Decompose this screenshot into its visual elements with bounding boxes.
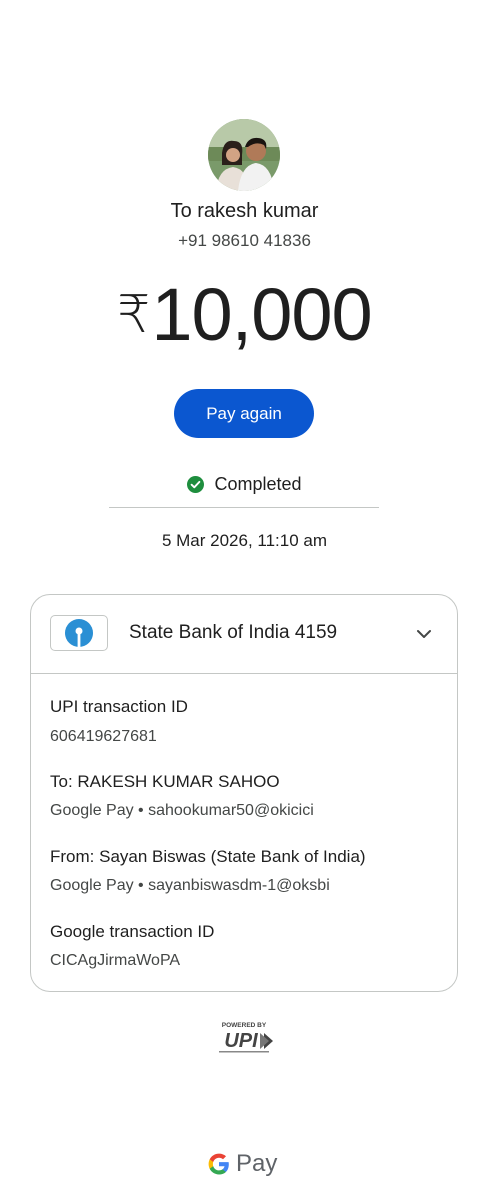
transaction-details-card: State Bank of India 4159 UPI transaction… xyxy=(30,594,458,992)
upi-transaction-id-label: UPI transaction ID xyxy=(50,697,188,716)
avatar xyxy=(208,119,280,191)
status-row: Completed xyxy=(0,474,489,495)
upi-logo: POWERED BY UPI xyxy=(211,1020,277,1056)
divider xyxy=(109,507,379,508)
to-value: Google Pay • sahookumar50@okicici xyxy=(50,802,314,819)
upi-powered-label: POWERED BY xyxy=(222,1022,267,1029)
google-pay-label: Pay xyxy=(236,1150,278,1177)
google-g-icon xyxy=(208,1153,229,1175)
check-circle-icon xyxy=(187,476,205,493)
chevron-down-icon[interactable] xyxy=(414,624,434,644)
currency-symbol: ₹ xyxy=(117,286,150,344)
transaction-datetime: 5 Mar 2026, 11:10 am xyxy=(161,531,328,550)
recipient-phone: +91 98610 41836 xyxy=(178,231,311,250)
from-value: Google Pay • sayanbiswasdm-1@oksbi xyxy=(50,877,330,894)
recipient-name: To rakesh kumar xyxy=(170,200,319,222)
amount-value: 10,000 xyxy=(151,273,372,356)
bank-account-name: State Bank of India 4159 xyxy=(129,622,338,643)
to-label: To: RAKESH KUMAR SAHOO xyxy=(50,772,280,791)
from-label: From: Sayan Biswas (State Bank of India) xyxy=(50,847,366,866)
payment-amount: ₹10,000 xyxy=(0,272,489,358)
bank-account-row[interactable]: State Bank of India 4159 xyxy=(31,595,457,674)
google-pay-logo: Pay xyxy=(206,1148,277,1180)
upi-transaction-id-value: 606419627681 xyxy=(50,728,157,745)
sbi-logo xyxy=(50,615,108,651)
google-transaction-id-label: Google transaction ID xyxy=(50,922,215,941)
pay-again-button[interactable]: Pay again xyxy=(174,389,314,438)
status-label: Completed xyxy=(214,474,302,494)
upi-brand-label: UPI xyxy=(224,1030,258,1052)
google-transaction-id-value: CICAgJirmaWoPA xyxy=(50,952,181,969)
